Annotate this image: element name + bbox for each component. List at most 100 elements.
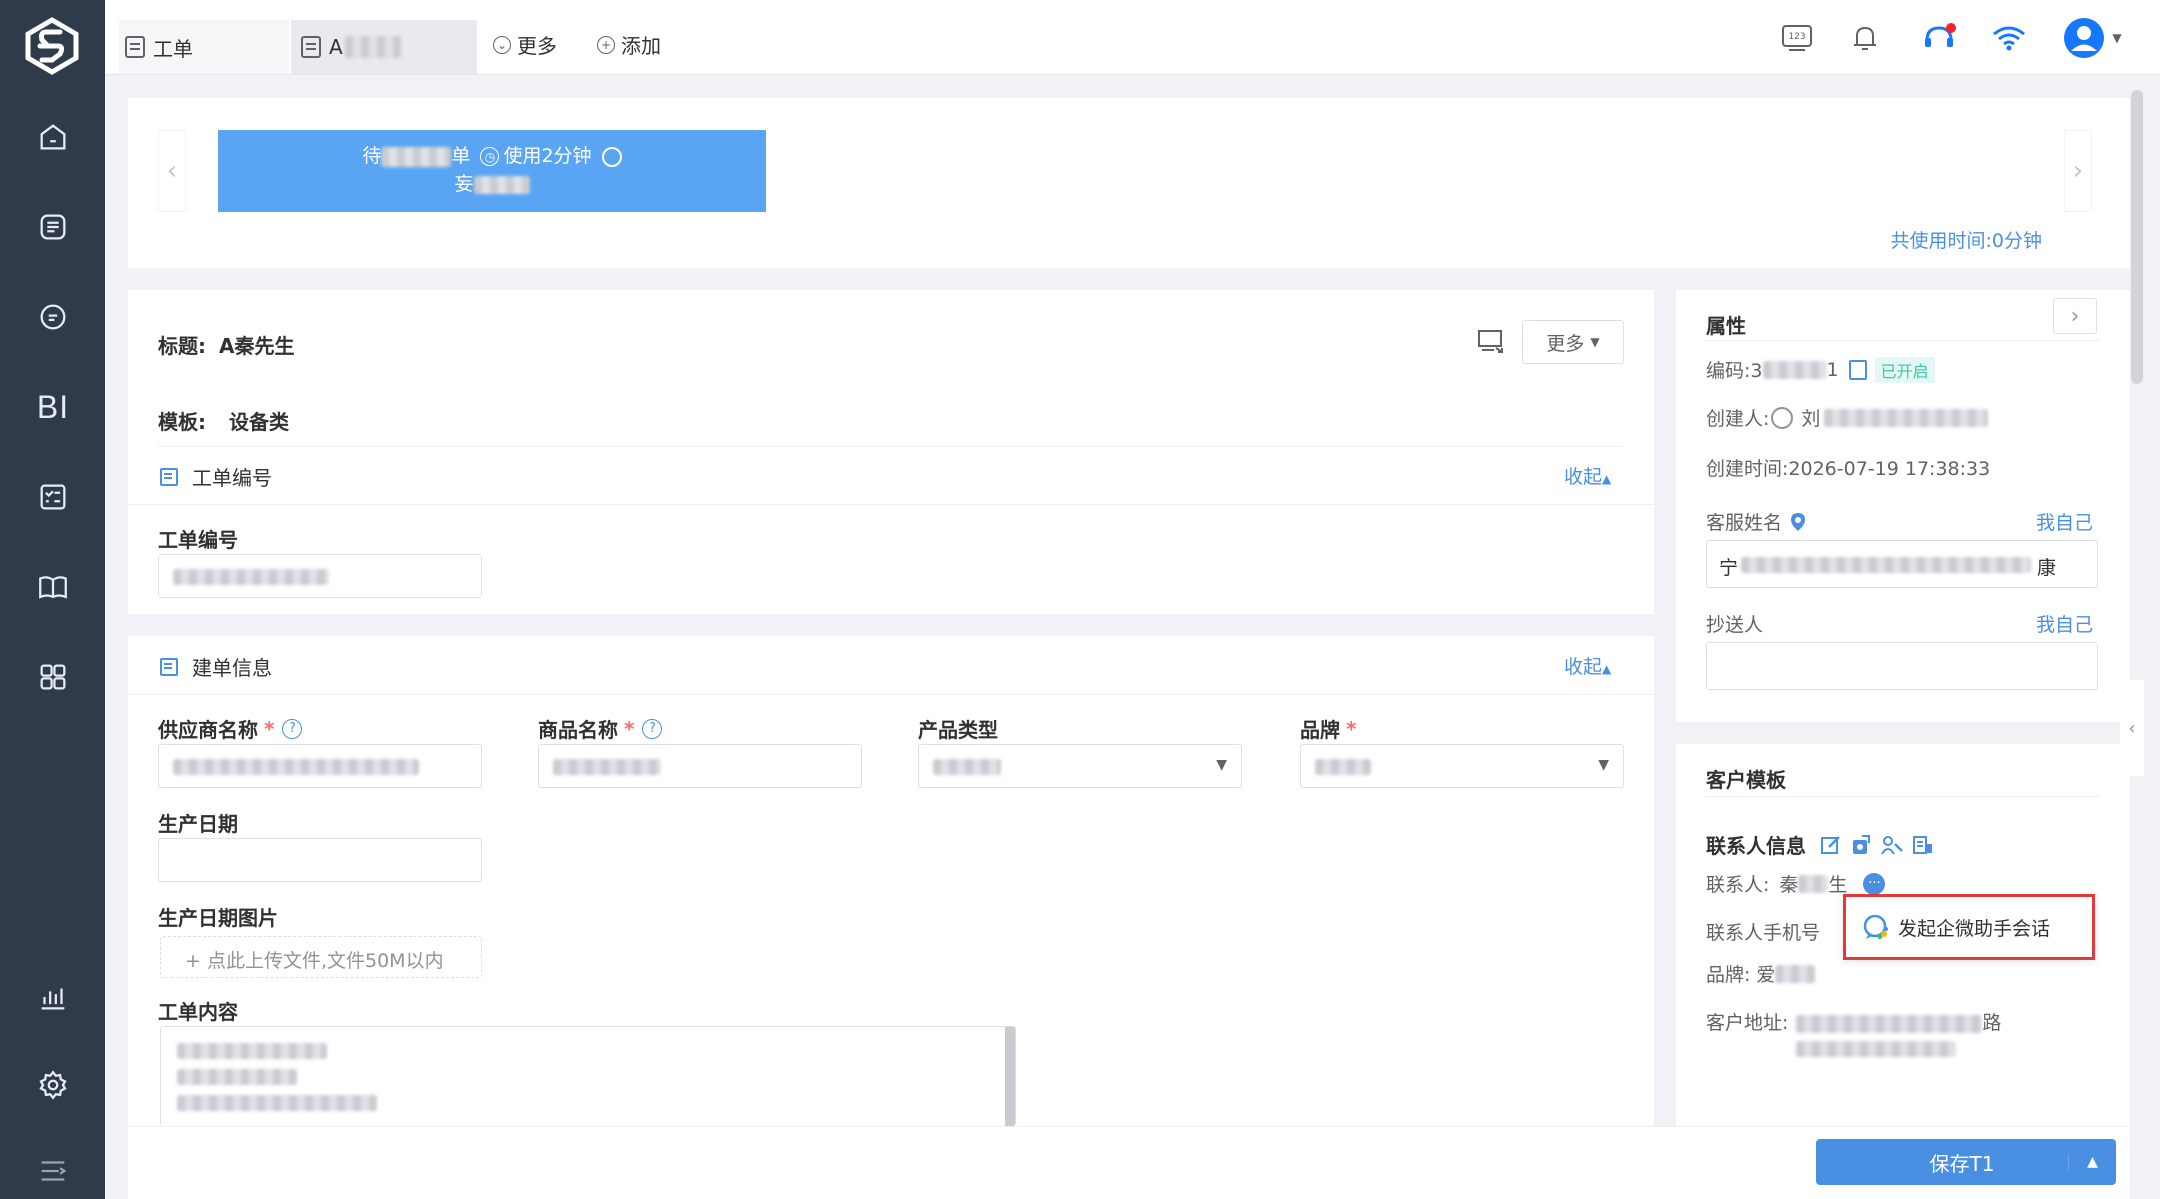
brand-row: 品牌: 爱 (1706, 960, 1816, 987)
top-bar: 工单 A ⌄ 更多 + 添加 123 ▼ (105, 0, 2160, 75)
copy-icon[interactable] (1848, 359, 1867, 380)
caret-up-icon[interactable]: ▲ (2068, 1154, 2116, 1170)
template-label: 模板: (158, 410, 206, 434)
wifi-icon[interactable] (1987, 18, 2031, 58)
svg-text:123: 123 (1788, 32, 1805, 42)
chevron-down-circle-icon: ⌄ (493, 35, 511, 54)
page-scrollbar[interactable] (2131, 90, 2143, 384)
contact-sync-icon[interactable] (1850, 834, 1872, 856)
checklist-icon[interactable] (30, 474, 76, 520)
collapse-left-edge-icon[interactable]: ‹ (2120, 680, 2144, 776)
assign-myself-cc-link[interactable]: 我自己 (2036, 610, 2093, 637)
divider (128, 694, 1654, 695)
knowledge-book-icon[interactable] (30, 564, 76, 610)
screen-exit-icon[interactable] (1476, 326, 1506, 356)
workorder-number-label: 工单编号 (158, 528, 238, 552)
code-label: 编码:3 (1706, 360, 1763, 382)
contact-row: 联系人: 秦 生 ··· (1706, 870, 1886, 897)
workorder-content-label: 工单内容 (158, 1000, 238, 1024)
blurred-text (1798, 874, 1829, 893)
supplier-input[interactable] (158, 744, 482, 788)
product-name-input[interactable] (538, 744, 862, 788)
more-dropdown-button[interactable]: 更多 ▼ (1522, 320, 1624, 364)
headset-support-icon[interactable] (1917, 18, 1961, 58)
production-date-input[interactable] (158, 838, 482, 882)
blurred-text (1741, 557, 2031, 573)
upload-file-area[interactable]: + 点此上传文件,文件50M以内 (160, 936, 482, 978)
settings-gear-icon[interactable] (30, 1062, 76, 1108)
supplier-label: 供应商名称 *? (158, 714, 303, 743)
code-row: 编码:3 1 已开启 (1706, 356, 1935, 383)
timer-card-mid: 单 (451, 145, 471, 167)
customer-template-title: 客户模板 (1706, 768, 1786, 792)
keypad-123-icon[interactable]: 123 (1777, 18, 1817, 58)
address-row: 客户地址: 路 (1706, 1008, 2001, 1062)
blurred-text (344, 36, 401, 58)
contact-card-icon[interactable] (1912, 834, 1934, 856)
attributes-title: 属性 (1706, 314, 1746, 338)
agent-input[interactable]: 宁 康 (1706, 540, 2098, 588)
document-icon (125, 36, 145, 58)
workorder-number-input[interactable] (158, 554, 482, 598)
assign-myself-agent-link[interactable]: 我自己 (2036, 508, 2093, 535)
caret-down-icon: ▼ (1590, 335, 1600, 349)
cc-input[interactable] (1706, 642, 2098, 690)
chat-icon[interactable] (30, 294, 76, 340)
home-icon[interactable] (30, 114, 76, 160)
save-button-label[interactable]: 保存T1 (1816, 1148, 2068, 1177)
required-mark: * (1346, 716, 1357, 741)
divider (1706, 340, 2100, 341)
tab-more[interactable]: ⌄ 更多 (493, 30, 557, 59)
contact-label: 联系人: (1706, 874, 1770, 896)
expand-right-icon[interactable]: › (2053, 298, 2097, 334)
blurred-text (177, 1043, 327, 1059)
tab-add[interactable]: + 添加 (597, 30, 661, 59)
collapse-number-link[interactable]: 收起▲ (1564, 462, 1611, 489)
section-header-build: 建单信息 (160, 652, 272, 681)
section-build-title: 建单信息 (192, 656, 272, 680)
timer-card-usage: 使用2分钟 (503, 145, 592, 167)
notification-bell-icon[interactable] (1845, 18, 1885, 58)
statistics-icon[interactable] (30, 974, 76, 1020)
collapse-build-link[interactable]: 收起▲ (1564, 652, 1611, 679)
prev-arrow-icon[interactable]: ‹ (158, 130, 186, 212)
workorder-list-icon[interactable] (30, 204, 76, 250)
apps-grid-icon[interactable] (30, 654, 76, 700)
help-question-icon[interactable]: ? (642, 718, 663, 739)
blurred-text (1824, 408, 1989, 427)
timer-card[interactable]: 待 单 ◷ 使用2分钟 妄 (218, 130, 766, 212)
phone-label: 联系人手机号 (1706, 922, 1821, 944)
textarea-scrollbar[interactable] (1005, 1027, 1015, 1126)
contact-link-icon[interactable] (1880, 834, 1904, 856)
agent-label: 客服姓名 (1706, 512, 1783, 534)
creator-row: 创建人: 刘 (1706, 404, 1989, 431)
created-time: 创建时间:2026-07-19 17:38:33 (1706, 458, 1991, 480)
tab-workorder[interactable]: 工单 (119, 20, 289, 74)
app-logo-icon[interactable] (22, 16, 82, 76)
start-wecom-assistant-chat-button[interactable]: 发起企微助手会话 (1843, 894, 2095, 960)
help-question-icon[interactable]: ? (282, 718, 303, 739)
product-type-select[interactable]: ▼ (918, 744, 1242, 788)
cc-label: 抄送人 (1706, 614, 1764, 636)
contact-suffix: 生 (1828, 874, 1848, 896)
user-avatar-menu[interactable]: ▼ (2059, 18, 2125, 58)
save-split-button[interactable]: 保存T1 ▲ (1816, 1139, 2116, 1185)
collapse-sidebar-icon[interactable] (30, 1148, 76, 1194)
workorder-content-textarea[interactable] (160, 1026, 1016, 1126)
brand-select[interactable]: ▼ (1300, 744, 1624, 788)
blurred-text (1315, 759, 1371, 775)
contact-info-label: 联系人信息 (1706, 834, 1806, 858)
select-caret-icon: ▼ (1598, 757, 1609, 773)
more-button-label: 更多 (1546, 332, 1585, 355)
divider (128, 504, 1654, 505)
next-arrow-icon[interactable]: › (2064, 130, 2092, 212)
blurred-text (173, 759, 419, 775)
edit-icon[interactable] (1820, 834, 1842, 856)
bi-icon[interactable]: BI (30, 384, 76, 430)
brand-label: 品牌 * (1300, 714, 1356, 743)
required-mark: * (264, 716, 275, 741)
tab-add-label: 添加 (621, 34, 661, 58)
more-dots-icon[interactable]: ··· (1863, 872, 1886, 895)
tab-current-workorder[interactable]: A (291, 20, 477, 74)
customer-brand-label: 品牌: (1706, 964, 1751, 986)
